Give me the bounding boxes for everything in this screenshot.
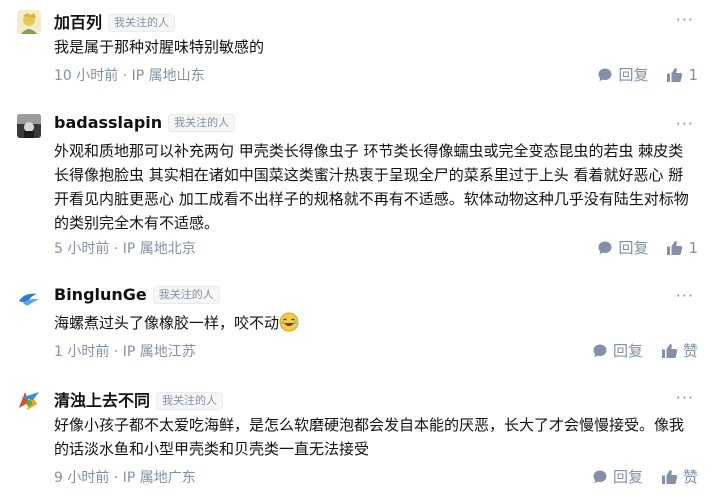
comment-bubble-icon [598, 241, 612, 254]
follow-tag: 我关注的人 [168, 114, 236, 132]
comment-meta: 5 小时前 · IP 属地北京 [54, 241, 196, 257]
comment-actions: 回复 1 [597, 64, 698, 85]
like-count[interactable]: 1 [688, 66, 698, 84]
comment-text: 外观和质地那可以补充两句 甲壳类长得像虫子 环节类长得像蠕虫或完全变态昆虫的若虫… [54, 142, 689, 232]
comment-meta: 10 小时前 · IP 属地山东 [54, 68, 205, 84]
avatar[interactable] [17, 10, 41, 34]
reply-button[interactable]: 回复 [592, 466, 643, 487]
avatar-image [17, 10, 41, 34]
comment-bubble-icon [598, 68, 612, 81]
comment-bubble-icon [593, 470, 607, 483]
author-name[interactable]: BinglunGe 我关注的人 [54, 285, 220, 304]
avatar-image [17, 114, 41, 138]
thumbs-up-icon [661, 469, 678, 484]
like-button[interactable]: 赞 [661, 466, 698, 487]
comment-text: 我是属于那种对腥味特别敏感的 [54, 38, 265, 56]
author-name[interactable]: 清浊上去不同 我关注的人 [54, 387, 224, 411]
follow-tag: 我关注的人 [156, 392, 224, 410]
comment-actions: 回复 赞 [592, 340, 698, 361]
author-name[interactable]: 加百列 我关注的人 [54, 9, 176, 33]
reply-button[interactable]: 回复 [597, 237, 648, 258]
reply-button[interactable]: 回复 [597, 64, 648, 85]
like-label[interactable]: 赞 [683, 340, 698, 361]
author-name[interactable]: badasslapin 我关注的人 [54, 113, 236, 132]
avatar-image [17, 388, 41, 412]
reply-label[interactable]: 回复 [618, 64, 648, 85]
like-button[interactable]: 1 [666, 66, 698, 84]
follow-tag: 我关注的人 [108, 14, 176, 32]
comment-text: 好像小孩子都不太爱吃海鲜，是怎么软磨硬泡都会发自本能的厌恶，长大了才会慢慢接受。… [54, 416, 685, 458]
like-button[interactable]: 赞 [661, 340, 698, 361]
like-count[interactable]: 1 [688, 239, 698, 257]
comment-text-body: 海螺煮过头了像橡胶一样，咬不动 [54, 314, 280, 332]
comment-meta: 1 小时前 · IP 属地江苏 [54, 344, 196, 360]
avatar[interactable] [17, 114, 41, 138]
author-name-text[interactable]: badasslapin [54, 113, 162, 132]
follow-tag: 我关注的人 [152, 286, 220, 304]
laughing-emoji-icon [279, 312, 299, 332]
reply-button[interactable]: 回复 [592, 340, 643, 361]
more-dots-icon[interactable]: ··· [676, 114, 694, 133]
more-dots-icon[interactable]: ··· [676, 286, 694, 305]
comment-actions: 回复 1 [597, 237, 698, 258]
author-name-text[interactable]: BinglunGe [54, 285, 147, 304]
comment-text: 海螺煮过头了像橡胶一样，咬不动 [54, 311, 694, 335]
avatar[interactable] [17, 388, 41, 412]
avatar-image [17, 286, 41, 310]
thumbs-up-icon [661, 343, 678, 358]
comment-actions: 回复 赞 [592, 466, 698, 487]
avatar[interactable] [17, 286, 41, 310]
like-label[interactable]: 赞 [683, 466, 698, 487]
like-button[interactable]: 1 [666, 239, 698, 257]
comment-bubble-icon [593, 344, 607, 357]
thumbs-up-icon [667, 67, 683, 82]
more-dots-icon[interactable]: ··· [676, 388, 694, 407]
reply-label[interactable]: 回复 [618, 237, 648, 258]
reply-label[interactable]: 回复 [613, 340, 643, 361]
author-name-text[interactable]: 加百列 [54, 13, 102, 32]
author-name-text[interactable]: 清浊上去不同 [54, 391, 150, 410]
thumbs-up-icon [667, 240, 683, 255]
reply-label[interactable]: 回复 [613, 466, 643, 487]
more-dots-icon[interactable]: ··· [676, 10, 694, 29]
comment-meta: 9 小时前 · IP 属地广东 [54, 470, 196, 486]
